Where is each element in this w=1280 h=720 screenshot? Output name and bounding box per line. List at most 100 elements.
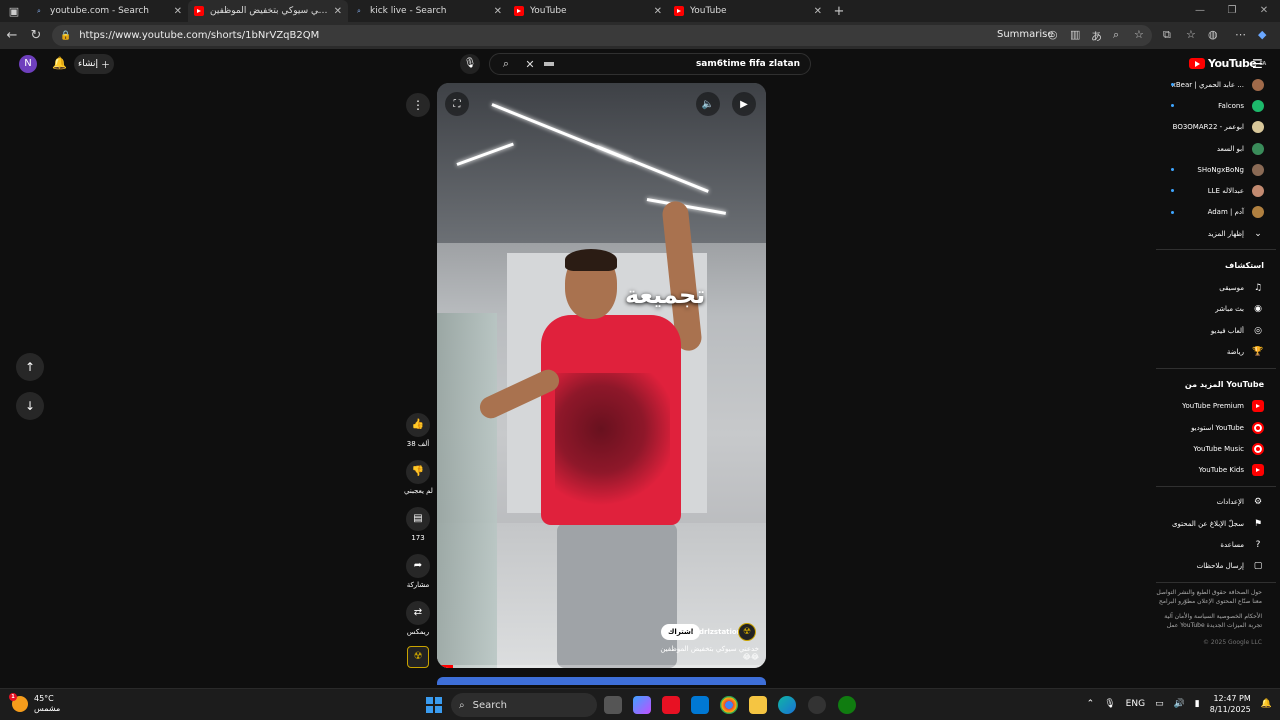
previous-short-button[interactable]: ↑ — [16, 353, 44, 381]
store-icon[interactable] — [691, 696, 709, 714]
extensions-icon[interactable]: ⧉ — [1163, 28, 1171, 42]
hamburger-menu-icon[interactable]: ☰ — [1252, 57, 1263, 71]
weather-widget[interactable]: 1 45°C مشمس — [9, 693, 60, 714]
video-progress-bar[interactable] — [437, 665, 766, 668]
channel-handle[interactable]: @drlzstation — [692, 628, 742, 636]
subscription-item[interactable]: ابو السعد — [1156, 138, 1276, 159]
search-input[interactable] — [560, 59, 810, 69]
like-button[interactable]: 👍 38 ألف — [404, 413, 432, 448]
close-window-icon[interactable]: ✕ — [1248, 0, 1280, 22]
channel-avatar-small[interactable]: ☢ — [407, 646, 429, 668]
volume-icon[interactable]: 🔊 — [1174, 699, 1185, 709]
subscription-item[interactable]: xBear | عابد الحمري ... — [1156, 74, 1276, 95]
settings-item[interactable]: مساعدة? — [1156, 534, 1276, 555]
share-button[interactable]: ➦ مشاركة — [404, 554, 432, 589]
copilot-icon[interactable]: ◎ — [1048, 28, 1058, 41]
subscription-item[interactable]: Adam | آدم — [1156, 202, 1276, 223]
browser-tab[interactable]: ⌕ youtube.com - Search ✕ — [28, 0, 188, 22]
youtube-app-icon[interactable] — [662, 696, 680, 714]
copilot-app-icon[interactable] — [633, 696, 651, 714]
task-view-icon[interactable] — [604, 696, 622, 714]
chrome-icon[interactable] — [720, 696, 738, 714]
profile-icon[interactable]: ◍ — [1208, 28, 1218, 41]
clock[interactable]: 12:47 PM 8/11/2025 — [1210, 693, 1251, 715]
play-icon[interactable]: ▶ — [732, 92, 756, 116]
subscription-item[interactable]: Falcons — [1156, 95, 1276, 116]
explore-item[interactable]: ألعاب فيديو ◎ — [1156, 320, 1276, 341]
remix-button[interactable]: ⇄ ريمكس — [404, 601, 432, 636]
more-item[interactable]: استوديو YouTube — [1156, 417, 1276, 438]
browser-tab[interactable]: خدعني سيوكي بتخفيض الموظفين 😂 ✕ — [188, 0, 348, 22]
explore-item[interactable]: موسيقى ♫ — [1156, 277, 1276, 298]
battery-icon[interactable]: ▮ — [1195, 699, 1200, 709]
copilot-sidebar-icon[interactable]: ◆ — [1258, 28, 1266, 41]
fullscreen-icon[interactable]: ⛶ — [445, 92, 469, 116]
short-video-player[interactable]: تجميعة ⛶ 🔈 ▶ اشتراك @drlzstation ☢ خدعني… — [437, 83, 766, 668]
close-tab-icon[interactable]: ✕ — [174, 6, 182, 17]
network-icon[interactable]: ▭ — [1155, 699, 1164, 709]
language-indicator[interactable]: ENG — [1126, 699, 1145, 709]
notifications-bell-icon[interactable]: 🔔 — [52, 56, 67, 70]
tab-actions-icon[interactable]: ▣ — [0, 0, 28, 22]
xbox-icon[interactable] — [838, 696, 856, 714]
subscription-item[interactable]: SHoNgxBoNg — [1156, 159, 1276, 180]
more-item[interactable]: YouTube Premium — [1156, 396, 1276, 417]
more-options-icon[interactable]: ⋮ — [406, 93, 430, 117]
avatar[interactable]: N — [19, 55, 37, 73]
mute-icon[interactable]: 🔈 — [696, 92, 720, 116]
explore-item[interactable]: بث مباشر ◉ — [1156, 299, 1276, 320]
reader-icon[interactable]: ▥ — [1070, 28, 1080, 41]
url-field[interactable]: 🔒 https://www.youtube.com/shorts/1bNrVZq… — [52, 25, 1152, 46]
settings-item[interactable]: سجلّ الإبلاغ عن المحتوى ⚑ — [1156, 513, 1276, 534]
browser-tab[interactable]: ⌕ kick live - Search ✕ — [348, 0, 508, 22]
footer-links-1[interactable]: حول الصحافة حقوق الطبع والنشر التواصل مع… — [1156, 588, 1276, 606]
video-progress-fill — [437, 665, 454, 668]
voice-search-icon[interactable]: 🎙 — [460, 54, 480, 74]
clear-search-icon[interactable]: ✕ — [522, 58, 538, 71]
more-item[interactable]: YouTube Music — [1156, 438, 1276, 459]
summarise-button[interactable]: Summarise — [997, 29, 1054, 40]
explore-item[interactable]: رياضة 🏆 — [1156, 341, 1276, 362]
close-tab-icon[interactable]: ✕ — [814, 6, 822, 17]
settings-item[interactable]: الإعدادات ⚙ — [1156, 492, 1276, 513]
favorites-icon[interactable]: ☆ — [1186, 28, 1196, 41]
zoom-icon[interactable]: ⌕ — [1113, 28, 1119, 42]
video-caption[interactable]: خدعني سيوكي بتخفيض الموظفين 😂😂 — [655, 645, 759, 661]
windows-start-icon[interactable] — [426, 697, 442, 713]
next-short-button[interactable]: ↓ — [16, 392, 44, 420]
translate-icon[interactable]: あ — [1091, 28, 1102, 44]
more-item[interactable]: YouTube Kids — [1156, 459, 1276, 480]
restore-icon[interactable]: ❐ — [1216, 0, 1248, 22]
settings-item[interactable]: إرسال ملاحظات ▢ — [1156, 556, 1276, 577]
minimize-icon[interactable]: — — [1184, 0, 1216, 22]
subscription-item[interactable]: BO3OMAR22 - ابوعمر — [1156, 117, 1276, 138]
chevron-up-icon[interactable]: ⌃ — [1087, 699, 1095, 709]
back-icon[interactable]: ← — [0, 28, 24, 43]
browser-tab[interactable]: YouTube ✕ — [508, 0, 668, 22]
create-button[interactable]: إنشاء ＋ — [74, 54, 114, 74]
refresh-icon[interactable]: ↻ — [24, 28, 48, 43]
browser-tab-bar: ▣ ⌕youtube.com - Search✕خدعني سيوكي بتخف… — [0, 0, 1280, 22]
favorite-star-icon[interactable]: ☆ — [1134, 28, 1144, 41]
browser-tab[interactable]: YouTube ✕ — [668, 0, 828, 22]
steam-icon[interactable] — [808, 696, 826, 714]
file-explorer-icon[interactable] — [749, 696, 767, 714]
new-tab-button[interactable]: + — [828, 4, 850, 19]
close-tab-icon[interactable]: ✕ — [654, 6, 662, 17]
footer-links-2[interactable]: الأحكام الخصوصية السياسة والأمان آلية عم… — [1156, 612, 1276, 630]
edge-icon[interactable] — [778, 696, 796, 714]
more-item-label: YouTube Music — [1193, 444, 1244, 453]
notifications-icon[interactable]: 🔔 — [1261, 699, 1272, 709]
microphone-icon[interactable]: 🎙 — [1104, 699, 1115, 709]
close-tab-icon[interactable]: ✕ — [334, 6, 342, 17]
more-menu-icon[interactable]: ⋯ — [1235, 28, 1246, 41]
show-more-button[interactable]: إظهار المزيد ⌄ — [1156, 223, 1276, 244]
comments-button[interactable]: ▤ 173 — [404, 507, 432, 542]
dislike-button[interactable]: 👎 لم يعجبني — [404, 460, 433, 495]
taskbar-search[interactable]: ⌕ Search — [451, 693, 597, 717]
subscription-item[interactable]: LLE عبدالاله — [1156, 180, 1276, 201]
channel-avatar[interactable]: ☢ — [738, 623, 756, 641]
keyboard-icon[interactable] — [544, 62, 554, 66]
close-tab-icon[interactable]: ✕ — [494, 6, 502, 17]
search-icon[interactable]: ⌕ — [490, 57, 522, 71]
